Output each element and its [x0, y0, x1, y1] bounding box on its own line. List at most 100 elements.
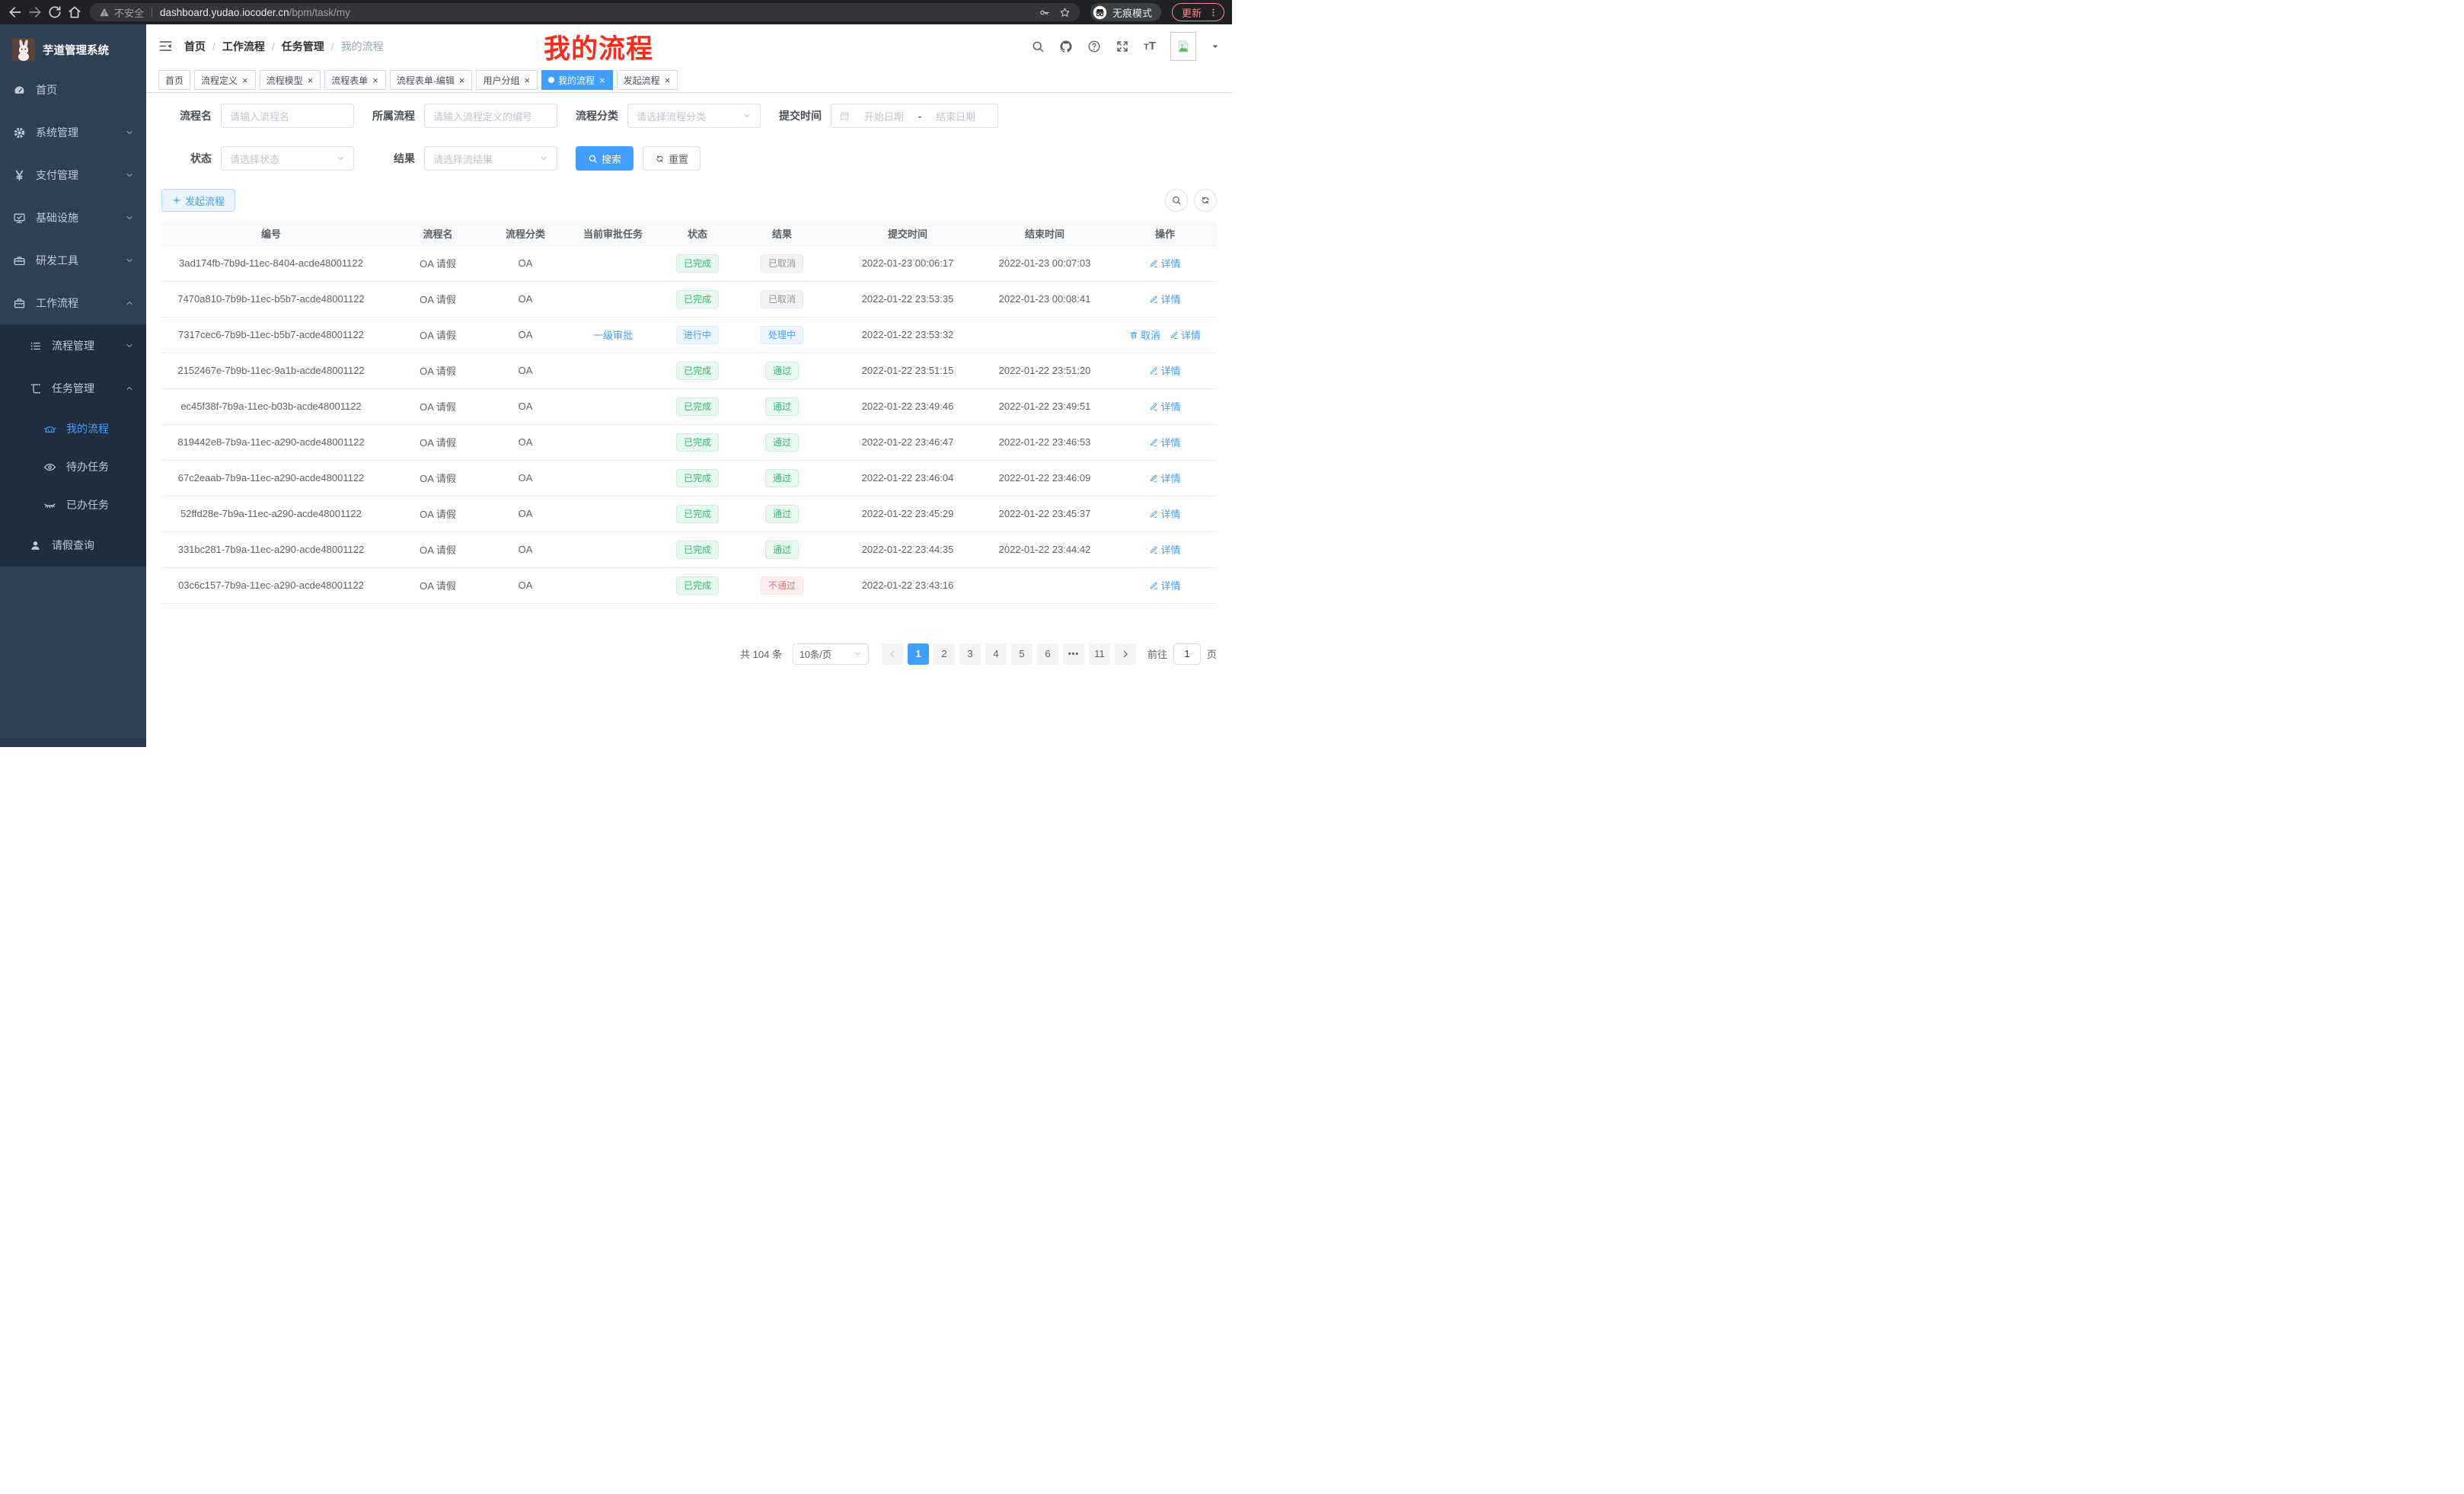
font-size-icon[interactable]: TT	[1144, 40, 1156, 53]
show-search-button[interactable]	[1165, 189, 1188, 212]
cell-id: 7317cec6-7b9b-11ec-b5b7-acde48001122	[161, 317, 381, 353]
category-select[interactable]: 请选择流程分类	[627, 104, 761, 128]
sidebar-item-my-process[interactable]: 我的流程	[0, 410, 146, 448]
sidebar-item-payment[interactable]: 支付管理	[0, 154, 146, 196]
page-button-3[interactable]: 3	[959, 643, 981, 665]
sidebar-item-process-mgmt[interactable]: 流程管理	[0, 324, 146, 367]
action-detail[interactable]: 详情	[1149, 506, 1180, 521]
close-icon[interactable]: ×	[307, 75, 314, 85]
search-icon[interactable]	[1031, 40, 1045, 53]
cell-actions: 详情	[1113, 281, 1217, 317]
submit-time-range-picker[interactable]: 开始日期 - 结束日期	[831, 104, 998, 128]
page-button-11[interactable]: 11	[1089, 643, 1110, 665]
password-key-icon[interactable]	[1039, 7, 1050, 18]
chevron-down-icon[interactable]	[1211, 42, 1220, 51]
sidebar-item-home[interactable]: 首页	[0, 69, 146, 111]
action-detail[interactable]: 详情	[1149, 471, 1180, 485]
tab-用户分组[interactable]: 用户分组×	[476, 70, 538, 90]
action-detail[interactable]: 详情	[1149, 399, 1180, 413]
refresh-table-button[interactable]	[1194, 189, 1217, 212]
sidebar-item-done-tasks[interactable]: 已办任务	[0, 486, 146, 524]
sidebar-item-todo-tasks[interactable]: 待办任务	[0, 448, 146, 486]
page-button-2[interactable]: 2	[934, 643, 955, 665]
sidebar-item-task-mgmt[interactable]: 任务管理	[0, 367, 146, 410]
trash-icon	[1129, 330, 1138, 340]
prev-page-button[interactable]	[882, 643, 903, 665]
breadcrumb-item[interactable]: 首页	[184, 39, 206, 54]
page-button-5[interactable]: 5	[1011, 643, 1033, 665]
action-detail[interactable]: 详情	[1149, 542, 1180, 557]
page-size-select[interactable]: 10条/页	[793, 643, 869, 665]
close-icon[interactable]: ×	[664, 75, 672, 85]
action-cancel[interactable]: 取消	[1129, 327, 1160, 342]
cell-end-time: 2022-01-22 23:49:51	[976, 388, 1113, 424]
action-detail[interactable]: 详情	[1149, 292, 1180, 306]
tab-流程表单[interactable]: 流程表单×	[324, 70, 386, 90]
reload-icon[interactable]	[47, 5, 62, 20]
help-icon[interactable]	[1087, 40, 1101, 53]
tab-流程表单-编辑[interactable]: 流程表单-编辑×	[390, 70, 473, 90]
placeholder: 请选择状态	[230, 152, 279, 166]
table-row: 7470a810-7b9b-11ec-b5b7-acde48001122OA 请…	[161, 281, 1217, 317]
action-detail[interactable]: 详情	[1149, 435, 1180, 449]
process-definition-input[interactable]: 请输入流程定义的编号	[424, 104, 557, 128]
update-label[interactable]: 更新	[1182, 5, 1202, 20]
close-icon[interactable]: ×	[598, 75, 606, 85]
close-icon[interactable]: ×	[458, 75, 466, 85]
search-button-label: 搜索	[602, 152, 621, 166]
tab-我的流程[interactable]: 我的流程×	[541, 70, 613, 90]
sidebar-item-infra[interactable]: 基础设施	[0, 196, 146, 239]
close-icon[interactable]: ×	[523, 75, 531, 85]
sidebar-collapse-bar[interactable]	[0, 738, 146, 747]
home-icon[interactable]	[67, 5, 82, 20]
close-icon[interactable]: ×	[372, 75, 379, 85]
avatar[interactable]	[1170, 32, 1196, 61]
address-bar[interactable]: 不安全 dashboard.yudao.iocoder.cn /bpm/task…	[90, 3, 1080, 21]
tab-发起流程[interactable]: 发起流程×	[617, 70, 678, 90]
cell-actions: 取消详情	[1113, 317, 1217, 353]
github-icon[interactable]	[1059, 40, 1073, 53]
current-task-link[interactable]: 一级审批	[593, 327, 633, 342]
result-select[interactable]: 请选择流结果	[424, 146, 557, 171]
action-detail[interactable]: 详情	[1149, 256, 1180, 270]
security-label[interactable]: 不安全	[114, 5, 144, 20]
jump-page-input[interactable]: 1	[1173, 643, 1201, 665]
sidebar-item-system[interactable]: 系统管理	[0, 111, 146, 154]
sidebar-item-devtools[interactable]: 研发工具	[0, 239, 146, 282]
sidebar-item-workflow[interactable]: 工作流程	[0, 282, 146, 324]
result-badge: 通过	[765, 505, 799, 523]
process-name-input[interactable]: 请输入流程名	[221, 104, 354, 128]
tab-流程定义[interactable]: 流程定义×	[194, 70, 256, 90]
page-button-6[interactable]: 6	[1037, 643, 1058, 665]
tab-流程模型[interactable]: 流程模型×	[260, 70, 321, 90]
close-icon[interactable]: ×	[241, 75, 249, 85]
back-icon[interactable]	[8, 5, 23, 20]
reset-button[interactable]: 重置	[643, 146, 701, 171]
update-button[interactable]: 更新	[1172, 3, 1224, 21]
filter-name-label: 流程名	[174, 108, 212, 123]
column-header: 结果	[725, 222, 839, 245]
action-detail[interactable]: 详情	[1170, 327, 1201, 342]
breadcrumb-item[interactable]: 工作流程	[222, 39, 265, 54]
breadcrumb-item[interactable]: 任务管理	[282, 39, 324, 54]
next-page-button[interactable]	[1115, 643, 1136, 665]
bookmark-star-icon[interactable]	[1059, 7, 1071, 18]
sidebar-item-leave-query[interactable]: 请假查询	[0, 524, 146, 567]
page-button-1[interactable]: 1	[908, 643, 929, 665]
app-logo[interactable]: 芋道管理系统	[0, 24, 146, 65]
cell-actions: 详情	[1113, 245, 1217, 281]
cell-id: 7470a810-7b9b-11ec-b5b7-acde48001122	[161, 281, 381, 317]
status-select[interactable]: 请选择状态	[221, 146, 354, 171]
forward-icon[interactable]	[27, 5, 43, 20]
action-detail[interactable]: 详情	[1149, 363, 1180, 378]
page-ellipsis[interactable]: •••	[1063, 643, 1084, 665]
search-button[interactable]: 搜索	[576, 146, 634, 171]
sidebar-fold-icon[interactable]	[158, 39, 173, 53]
action-detail[interactable]: 详情	[1149, 578, 1180, 592]
action-label: 详情	[1160, 292, 1180, 306]
fullscreen-icon[interactable]	[1116, 40, 1129, 53]
menu-kebab-icon[interactable]	[1208, 7, 1218, 18]
tab-首页[interactable]: 首页	[158, 70, 190, 90]
page-button-4[interactable]: 4	[985, 643, 1007, 665]
start-process-button[interactable]: 发起流程	[161, 189, 235, 212]
